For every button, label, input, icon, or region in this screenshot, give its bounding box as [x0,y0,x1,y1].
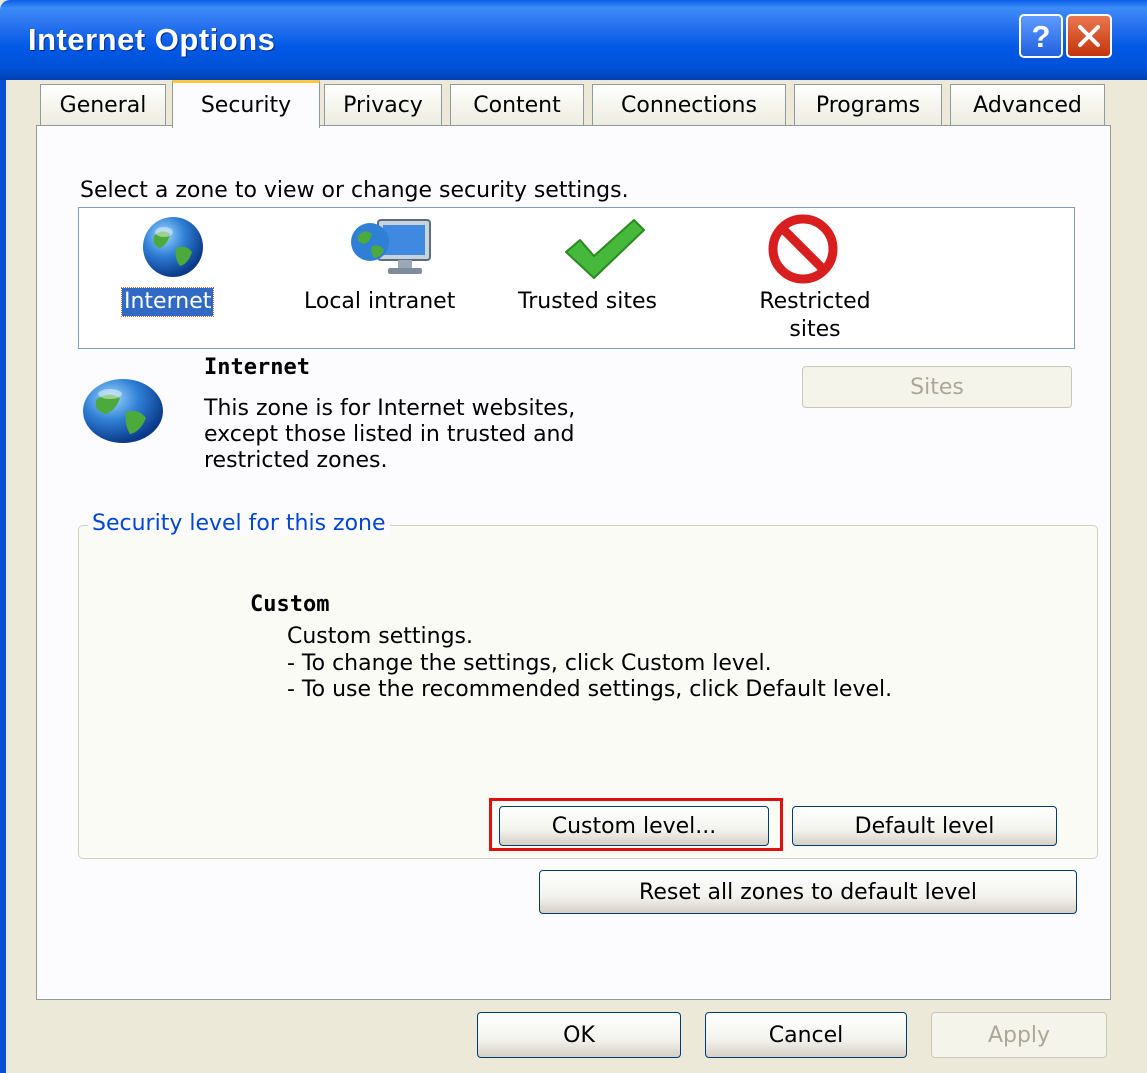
security-level-desc-line1: Custom settings. [287,624,474,649]
help-button[interactable]: ? [1019,14,1063,58]
sites-button[interactable]: Sites [802,366,1072,408]
security-level-desc-line3: - To use the recommended settings, click… [287,677,893,702]
cancel-button[interactable]: Cancel [705,1012,907,1058]
tab-programs[interactable]: Programs [794,84,942,126]
tab-advanced[interactable]: Advanced [950,84,1105,126]
window-title: Internet Options [28,22,276,57]
zone-item-restricted-sites[interactable]: Restricted sites [740,212,890,342]
custom-level-highlight [489,798,783,851]
zone-item-internet[interactable]: Internet [118,212,253,322]
close-button[interactable] [1066,14,1112,58]
zone-select-prompt: Select a zone to view or change security… [80,178,629,203]
security-level-name: Custom [250,592,330,617]
zone-label-restricted-line1: Restricted [759,289,871,314]
default-level-button[interactable]: Default level [792,806,1057,846]
zone-label-restricted-sites: Restricted sites [744,288,886,344]
help-icon: ? [1031,18,1051,54]
zone-description-line3: restricted zones. [204,448,388,473]
zone-description-line1: This zone is for Internet websites, [204,396,576,421]
zone-label-internet: Internet [120,287,215,317]
security-level-group-title: Security level for this zone [88,511,390,536]
zone-label-local-intranet: Local intranet [304,289,456,314]
internet-options-dialog: Internet Options ? General Security Priv… [0,0,1147,1073]
zone-label-trusted-sites: Trusted sites [518,289,657,314]
zone-item-trusted-sites[interactable]: Trusted sites [514,212,694,322]
title-bar[interactable]: Internet Options ? [0,0,1147,80]
computer-globe-icon [351,219,431,274]
zone-label-restricted-line2: sites [789,317,841,342]
zone-item-local-intranet[interactable]: Local intranet [300,212,490,322]
no-entry-icon [768,214,838,284]
reset-all-zones-button[interactable]: Reset all zones to default level [539,870,1077,914]
tab-security[interactable]: Security [172,80,320,128]
security-level-desc-line2: - To change the settings, click Custom l… [287,651,772,676]
checkmark-icon [565,219,645,279]
zone-name-heading: Internet [204,355,310,380]
close-icon [1078,25,1100,47]
tab-privacy[interactable]: Privacy [324,84,442,126]
apply-button[interactable]: Apply [931,1012,1107,1058]
zone-globe-icon [83,379,163,443]
tab-general[interactable]: General [40,84,166,126]
tab-connections[interactable]: Connections [592,84,786,126]
window-frame-left [0,80,6,1073]
globe-icon [143,217,203,277]
zone-description-line2: except those listed in trusted and [204,422,575,447]
tab-content[interactable]: Content [450,84,584,126]
ok-button[interactable]: OK [477,1012,681,1058]
